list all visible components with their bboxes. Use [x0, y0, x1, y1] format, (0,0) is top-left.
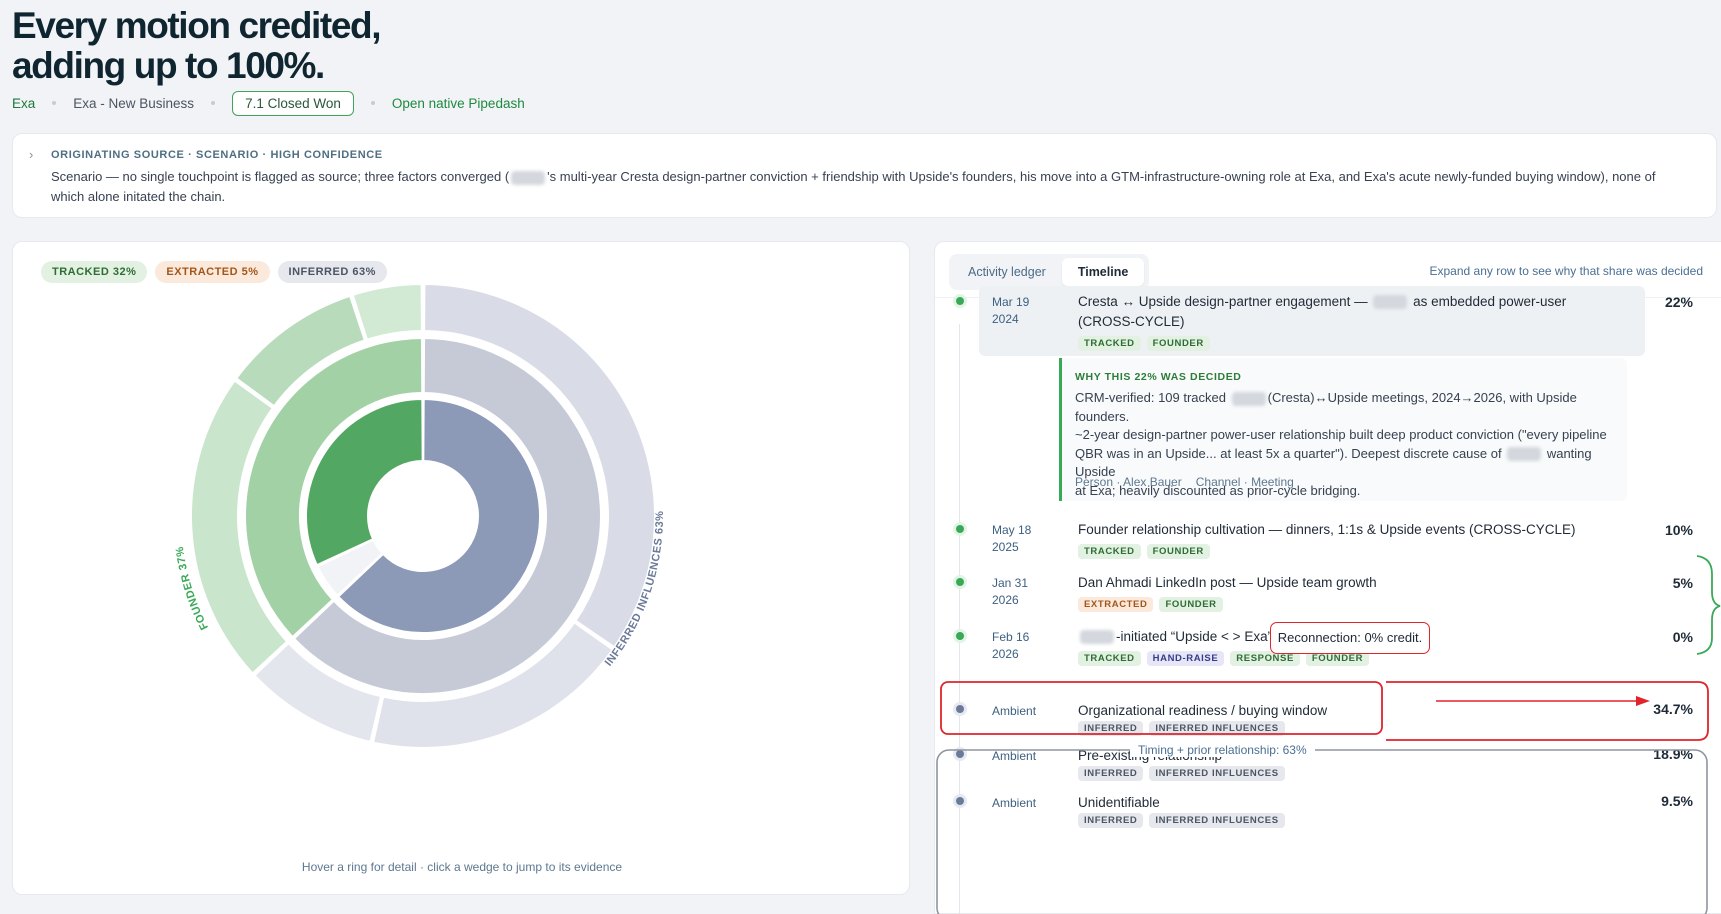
- row-date: Ambient: [992, 796, 1037, 810]
- view-tabs: Activity ledger Timeline: [949, 254, 1149, 290]
- row-date-year: 2026: [992, 647, 1019, 661]
- row-title-part: Cresta ↔ Upside design-partner engagemen…: [1078, 294, 1372, 309]
- breadcrumb-separator: [52, 101, 57, 105]
- attribution-sunburst[interactable]: FOUNDER 37%INFERRED INFLUENCES 63%: [13, 242, 911, 852]
- row-title-part: as embedded power-user: [1409, 294, 1567, 309]
- row-share: 18.9%: [1653, 746, 1693, 762]
- timeline-dot: [956, 797, 964, 805]
- row-share: 10%: [1664, 522, 1693, 538]
- redacted-name: [1231, 391, 1266, 406]
- why-title: WHY THIS 22% WAS DECIDED: [1075, 371, 1242, 383]
- source-heading: ORIGINATING SOURCE · SCENARIO · HIGH CON…: [51, 149, 383, 161]
- tag-founder: FOUNDER: [1146, 544, 1210, 559]
- tag-tracked: TRACKED: [1078, 336, 1141, 351]
- row-date: Feb 16 2026: [992, 629, 1029, 663]
- tag-hand-raise: HAND-RAISE: [1146, 651, 1225, 666]
- timeline-dot: [956, 632, 964, 640]
- page-title-line-2: adding up to 100%.: [12, 45, 325, 86]
- breadcrumb-separator: [370, 101, 375, 105]
- redacted-name: [1373, 295, 1408, 310]
- row-title: Founder relationship cultivation — dinne…: [1078, 522, 1576, 537]
- row-share: 22%: [1664, 294, 1693, 310]
- page-title-line-1: Every motion credited,: [12, 5, 381, 46]
- tag-inferred: INFERRED: [1078, 721, 1144, 736]
- tag-inferred: INFERRED: [1078, 766, 1144, 781]
- breadcrumb: Exa Exa - New Business 7.1 Closed Won Op…: [12, 89, 525, 117]
- tag-founder: FOUNDER: [1146, 336, 1210, 351]
- tag-inferred-influences: INFERRED INFLUENCES: [1149, 766, 1285, 781]
- timeline-dot: [956, 750, 964, 758]
- timeline-dot: [956, 525, 964, 533]
- open-native-pipedash-link[interactable]: Open native Pipedash: [392, 96, 525, 111]
- tab-activity-ledger[interactable]: Activity ledger: [952, 258, 1062, 286]
- row-title-part: (CROSS-CYCLE): [1078, 314, 1185, 329]
- row-share: 34.7%: [1653, 701, 1693, 717]
- tag-founder: FOUNDER: [1159, 597, 1223, 612]
- row-date-day: Feb 16: [992, 630, 1030, 644]
- why-text-part: QBR was in an Upside... at least 5x a qu…: [1075, 445, 1506, 461]
- timeline-dot: [956, 705, 964, 713]
- row-title: Dan Ahmadi LinkedIn post — Upside team g…: [1078, 575, 1377, 590]
- why-person[interactable]: Person · Alex Bauer: [1075, 475, 1182, 489]
- redacted-name: [1080, 630, 1114, 645]
- row-tags: TRACKED FOUNDER: [1078, 544, 1210, 559]
- reconnection-callout: Reconnection: 0% credit.: [1270, 622, 1430, 654]
- chevron-right-icon[interactable]: ›: [29, 147, 33, 162]
- row-title: Unidentifiable: [1078, 795, 1160, 810]
- why-text-part: CRM-verified: 109 tracked: [1075, 390, 1230, 405]
- tag-inferred-influences: INFERRED INFLUENCES: [1149, 813, 1285, 828]
- row-date: May 18 2025: [992, 522, 1031, 556]
- originating-source-card[interactable]: › ORIGINATING SOURCE · SCENARIO · HIGH C…: [12, 133, 1717, 218]
- row-tags: TRACKED FOUNDER: [1078, 336, 1210, 351]
- chart-hint: Hover a ring for detail · click a wedge …: [301, 860, 623, 874]
- row-date: Jan 31 2026: [992, 575, 1028, 609]
- breadcrumb-separator: [211, 101, 216, 105]
- row-date-day: May 18: [992, 523, 1032, 537]
- why-meta: Person · Alex Bauer Channel · Meeting: [1075, 475, 1294, 489]
- row-date: Mar 19 2024: [992, 294, 1029, 328]
- why-channel: Channel · Meeting: [1195, 475, 1294, 489]
- source-text-1: Scenario — no single touchpoint is flagg…: [51, 169, 510, 184]
- row-tags: INFERRED INFERRED INFLUENCES: [1078, 721, 1285, 736]
- redacted-name: [511, 170, 546, 185]
- tag-tracked: TRACKED: [1078, 544, 1141, 559]
- redacted-name: [1507, 447, 1542, 462]
- why-share-panel: WHY THIS 22% WAS DECIDED CRM-verified: 1…: [1059, 358, 1627, 501]
- tag-inferred: INFERRED: [1078, 813, 1144, 828]
- why-text-part: ~2-year design-partner power-user relati…: [1075, 427, 1607, 442]
- row-date-year: 2024: [992, 312, 1019, 326]
- row-tags: INFERRED INFERRED INFLUENCES: [1078, 813, 1285, 828]
- timing-callout: Timing + prior relationship: 63%: [1130, 743, 1315, 757]
- row-title: Cresta ↔ Upside design-partner engagemen…: [1078, 292, 1598, 332]
- attribution-chart-card: TRACKED 32% EXTRACTED 5% INFERRED 63% FO…: [12, 241, 910, 895]
- row-share: 0%: [1672, 629, 1693, 645]
- tag-tracked: TRACKED: [1078, 651, 1141, 666]
- row-date-day: Jan 31: [992, 576, 1029, 590]
- sunburst-wedge-touchpoints-2[interactable]: [351, 282, 423, 341]
- page-title: Every motion credited, adding up to 100%…: [12, 5, 381, 86]
- source-description: Scenario — no single touchpoint is flagg…: [51, 167, 1691, 207]
- row-date-day: Mar 19: [992, 295, 1030, 309]
- breadcrumb-company[interactable]: Exa: [12, 96, 35, 111]
- tab-timeline[interactable]: Timeline: [1061, 258, 1145, 286]
- row-tags: INFERRED INFERRED INFLUENCES: [1078, 766, 1285, 781]
- row-title: Organizational readiness / buying window: [1078, 703, 1328, 718]
- row-date: Ambient: [992, 704, 1037, 718]
- row-date-year: 2025: [992, 540, 1019, 554]
- row-date: Ambient: [992, 749, 1037, 763]
- tag-inferred-influences: INFERRED INFLUENCES: [1149, 721, 1285, 736]
- timeline-axis: [959, 324, 960, 914]
- row-tags: EXTRACTED FOUNDER: [1078, 597, 1223, 612]
- timeline-dot: [956, 578, 964, 586]
- row-share: 5%: [1672, 575, 1693, 591]
- breadcrumb-opportunity[interactable]: Exa - New Business: [73, 96, 194, 111]
- timeline-card: Activity ledger Timeline Expand any row …: [934, 241, 1721, 914]
- expand-hint: Expand any row to see why that share was…: [1429, 264, 1704, 278]
- stage-badge: 7.1 Closed Won: [232, 90, 354, 116]
- tag-extracted: EXTRACTED: [1078, 597, 1154, 612]
- timeline-dot: [956, 297, 964, 305]
- row-date-year: 2026: [992, 593, 1019, 607]
- row-share: 9.5%: [1661, 793, 1693, 809]
